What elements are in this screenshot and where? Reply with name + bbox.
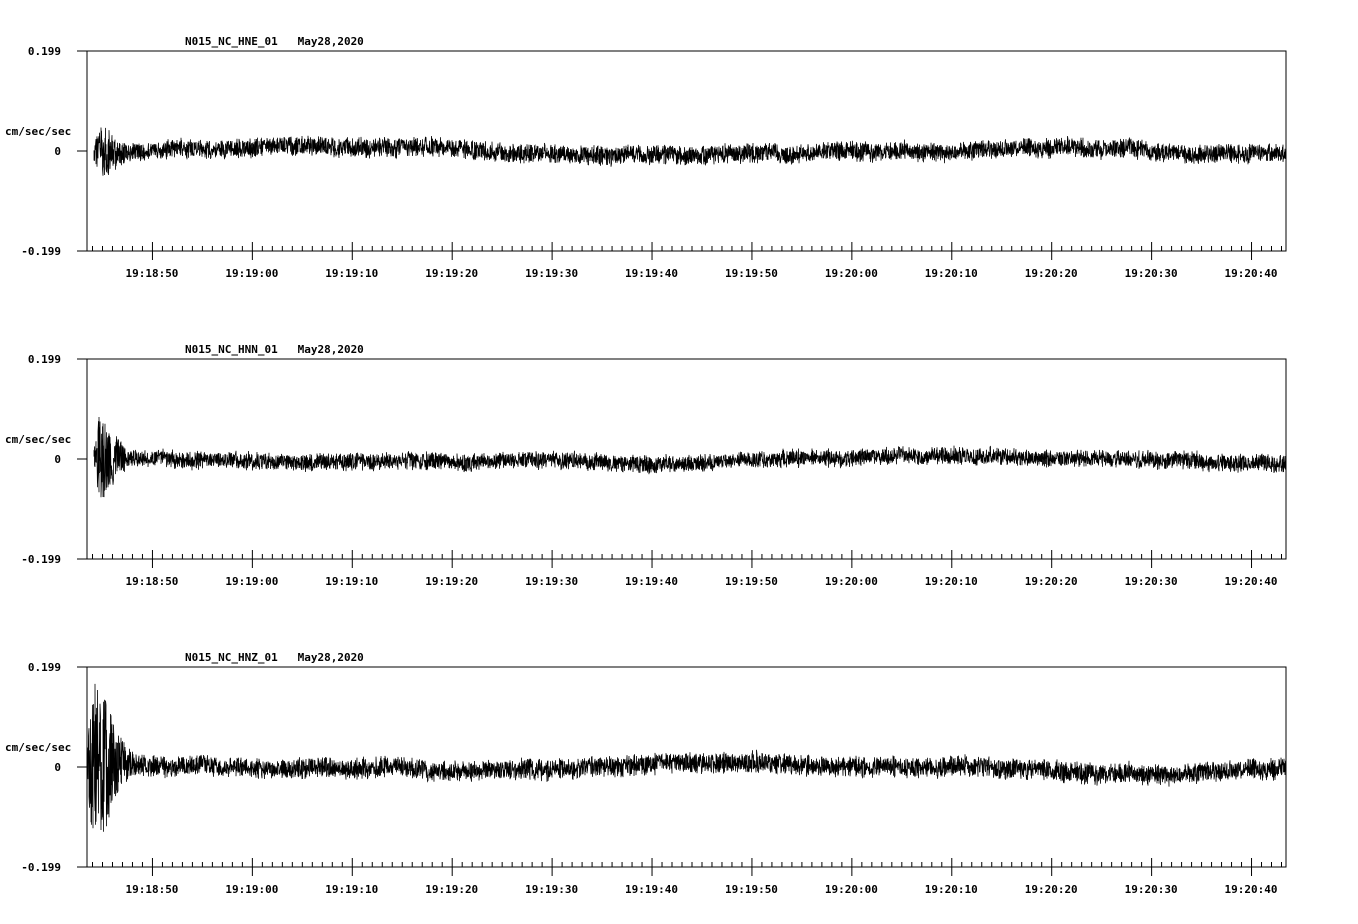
x-tick-label: 19:19:40 [625, 883, 678, 896]
x-tick-label: 19:20:10 [925, 575, 978, 588]
waveform-trace [86, 683, 1287, 832]
y-tick-label: 0.199 [28, 353, 61, 366]
x-tick-label: 19:20:40 [1225, 575, 1278, 588]
x-tick-label: 19:19:30 [525, 883, 578, 896]
y-tick-label: -0.199 [21, 553, 61, 566]
x-tick-label: 19:20:30 [1125, 883, 1178, 896]
x-tick-label: 19:19:00 [225, 267, 278, 280]
y-tick-label: 0 [54, 453, 61, 466]
y-axis-label: cm/sec/sec [5, 741, 71, 754]
panel-title: N015_NC_HNE_01 May28,2020 [185, 35, 364, 48]
x-tick-label: 19:20:20 [1025, 575, 1078, 588]
x-tick-label: 19:20:00 [825, 883, 878, 896]
y-tick-label: -0.199 [21, 861, 61, 874]
y-tick-label: 0 [54, 761, 61, 774]
x-tick-label: 19:20:00 [825, 267, 878, 280]
y-tick-label: 0.199 [28, 45, 61, 58]
x-tick-label: 19:20:40 [1225, 883, 1278, 896]
waveform-trace [93, 127, 1287, 176]
x-tick-label: 19:20:30 [1125, 267, 1178, 280]
x-tick-label: 19:20:10 [925, 267, 978, 280]
x-tick-label: 19:19:30 [525, 575, 578, 588]
x-tick-label: 19:20:10 [925, 883, 978, 896]
seismogram-figure: 0.199 0 -0.199 cm/sec/sec N015_NC_HNE_01 May… [5, 35, 1287, 896]
x-tick-label: 19:20:40 [1225, 267, 1278, 280]
x-tick-label: 19:19:00 [225, 883, 278, 896]
x-tick-label: 19:19:00 [225, 575, 278, 588]
x-tick-label: 19:19:40 [625, 267, 678, 280]
panel-title: N015_NC_HNZ_01 May28,2020 [185, 651, 364, 664]
x-tick-label: 19:20:30 [1125, 575, 1178, 588]
x-tick-label: 19:19:20 [425, 267, 478, 280]
x-tick-label: 19:20:00 [825, 575, 878, 588]
seismogram-panel-2: 0.199 0 -0.199 cm/sec/sec N015_NC_HNZ_01 May… [5, 651, 1287, 896]
seismogram-panel-0: 0.199 0 -0.199 cm/sec/sec N015_NC_HNE_01 May… [5, 35, 1287, 280]
x-tick-label: 19:18:50 [125, 575, 178, 588]
x-tick-label: 19:19:50 [725, 883, 778, 896]
x-tick-label: 19:19:10 [325, 883, 378, 896]
y-tick-label: 0.199 [28, 661, 61, 674]
x-tick-label: 19:19:40 [625, 575, 678, 588]
seismogram-panel-1: 0.199 0 -0.199 cm/sec/sec N015_NC_HNN_01 May… [5, 343, 1287, 588]
x-tick-label: 19:19:10 [325, 267, 378, 280]
x-tick-label: 19:19:30 [525, 267, 578, 280]
x-tick-label: 19:19:50 [725, 575, 778, 588]
x-tick-label: 19:19:10 [325, 575, 378, 588]
x-tick-label: 19:19:20 [425, 575, 478, 588]
x-tick-label: 19:18:50 [125, 883, 178, 896]
waveform-trace [93, 416, 1287, 498]
y-axis-label: cm/sec/sec [5, 433, 71, 446]
panel-title: N015_NC_HNN_01 May28,2020 [185, 343, 364, 356]
x-tick-label: 19:19:20 [425, 883, 478, 896]
x-tick-label: 19:20:20 [1025, 883, 1078, 896]
x-tick-label: 19:19:50 [725, 267, 778, 280]
y-tick-label: 0 [54, 145, 61, 158]
x-tick-label: 19:18:50 [125, 267, 178, 280]
y-tick-label: -0.199 [21, 245, 61, 258]
y-axis-label: cm/sec/sec [5, 125, 71, 138]
x-tick-label: 19:20:20 [1025, 267, 1078, 280]
